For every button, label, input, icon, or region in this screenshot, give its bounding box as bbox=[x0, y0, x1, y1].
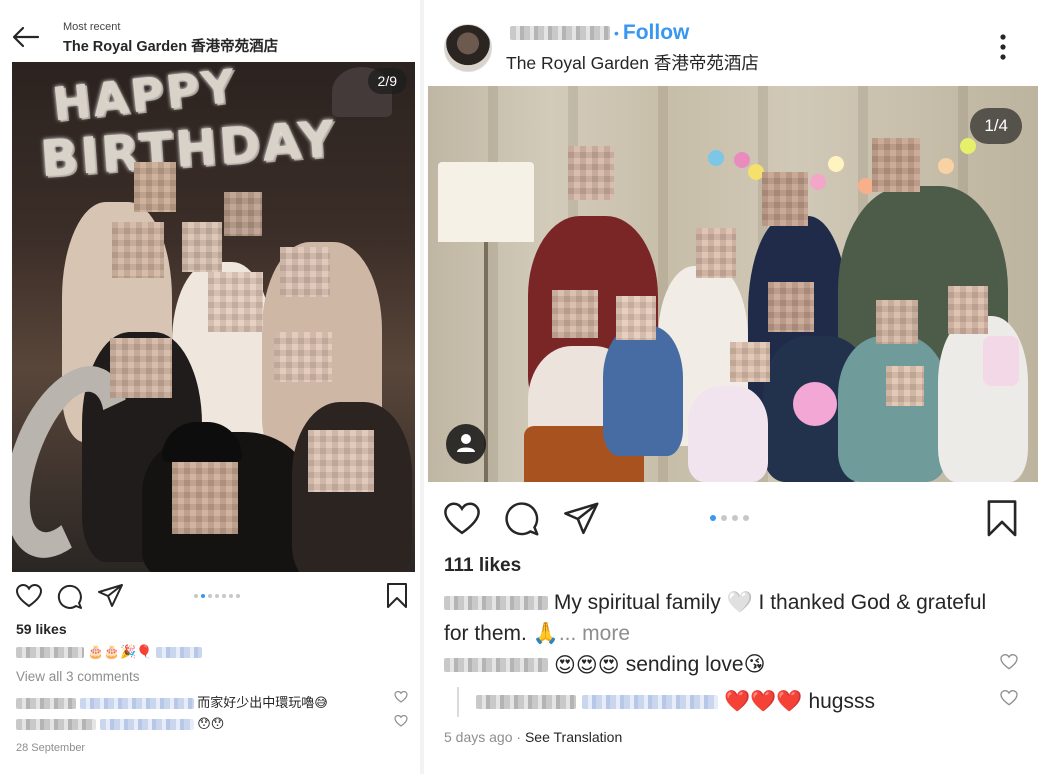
caption-more-link[interactable]: ... more bbox=[559, 622, 630, 645]
bookmark-icon[interactable] bbox=[986, 500, 1018, 538]
blurred-face bbox=[172, 462, 238, 534]
blurred-face bbox=[552, 290, 598, 338]
blurred-face bbox=[308, 430, 374, 492]
redacted-username bbox=[16, 719, 96, 731]
blurred-face bbox=[112, 222, 164, 278]
post-date: 28 September bbox=[16, 742, 86, 754]
redacted-mention bbox=[582, 694, 718, 709]
blurred-face bbox=[182, 222, 222, 272]
like-count[interactable]: 59 likes bbox=[16, 621, 67, 637]
blurred-face bbox=[768, 282, 814, 332]
comment: 而家好少出中環玩嚕😅 bbox=[16, 692, 328, 711]
left-post: Most recent The Royal Garden 香港帝苑酒店 HAPP… bbox=[0, 0, 420, 774]
comment-like-icon[interactable] bbox=[1000, 654, 1018, 670]
tagged-user-icon[interactable] bbox=[446, 424, 486, 464]
caption: 🎂🎂🎉🎈 bbox=[16, 644, 202, 660]
blurred-face bbox=[948, 286, 988, 334]
right-post: • Follow The Royal Garden 香港帝苑酒店 1/4 111… bbox=[424, 0, 1050, 774]
photo-counter: 2/9 bbox=[367, 68, 407, 94]
lantern bbox=[983, 336, 1019, 386]
heart-icon[interactable] bbox=[444, 502, 480, 536]
blurred-face bbox=[616, 296, 656, 340]
redacted-username[interactable] bbox=[476, 694, 576, 709]
redacted-mention bbox=[79, 698, 194, 710]
view-all-comments-link[interactable]: View all 3 comments bbox=[16, 669, 140, 684]
blurred-face bbox=[886, 366, 924, 406]
comment: 😯😯 bbox=[16, 716, 224, 732]
blurred-face bbox=[730, 342, 770, 382]
comment-like-icon[interactable] bbox=[394, 715, 408, 727]
post-time: 5 days ago bbox=[444, 729, 513, 745]
blurred-face bbox=[876, 300, 918, 344]
caption: My spiritual family 🤍 I thanked God & gr… bbox=[444, 587, 1004, 649]
comment: 😍😍😍 sending love😘 bbox=[444, 652, 766, 677]
post-footer: 5 days ago · See Translation bbox=[444, 729, 622, 745]
heart-icon[interactable] bbox=[16, 584, 42, 608]
post-photo[interactable]: HAPPY BIRTHDAY 2/9 bbox=[12, 62, 415, 572]
blurred-face bbox=[762, 172, 808, 226]
blurred-face bbox=[568, 146, 614, 200]
reply-text: hugsss bbox=[808, 689, 875, 713]
comment-text: sending love😘 bbox=[625, 653, 766, 676]
photo-counter: 1/4 bbox=[970, 108, 1022, 144]
comment-icon[interactable] bbox=[504, 501, 540, 537]
carousel-indicator bbox=[194, 594, 240, 598]
reply-emojis: ❤️❤️❤️ bbox=[724, 689, 803, 713]
redacted-username bbox=[16, 698, 76, 710]
carousel-indicator bbox=[710, 515, 749, 521]
separator: • bbox=[614, 25, 619, 41]
blurred-face bbox=[696, 228, 736, 278]
redacted-username bbox=[16, 647, 84, 659]
comment-emojis: 😍😍😍 bbox=[554, 652, 620, 677]
like-count[interactable]: 111 likes bbox=[444, 555, 521, 577]
light-balloon bbox=[793, 382, 837, 426]
blurred-face bbox=[280, 247, 330, 297]
header-subtitle: Most recent bbox=[63, 21, 121, 33]
follow-button[interactable]: Follow bbox=[623, 21, 690, 45]
blurred-face bbox=[110, 338, 172, 398]
share-icon[interactable] bbox=[98, 584, 124, 608]
person bbox=[688, 386, 768, 482]
caption-emojis: 🎂🎂🎉🎈 bbox=[87, 645, 153, 660]
post-header: Most recent The Royal Garden 香港帝苑酒店 bbox=[0, 12, 414, 62]
blurred-face bbox=[224, 192, 262, 236]
action-bar bbox=[12, 582, 415, 612]
redacted-username[interactable] bbox=[444, 596, 548, 611]
location-title[interactable]: The Royal Garden 香港帝苑酒店 bbox=[506, 50, 759, 75]
avatar[interactable] bbox=[444, 24, 492, 72]
comment-text: 而家好少出中環玩嚕😅 bbox=[197, 695, 328, 710]
redacted-username[interactable] bbox=[444, 657, 548, 672]
post-username-row: • Follow bbox=[510, 21, 690, 45]
share-icon[interactable] bbox=[564, 502, 600, 536]
location-title[interactable]: The Royal Garden 香港帝苑酒店 bbox=[63, 35, 278, 56]
blurred-face bbox=[134, 162, 176, 212]
comment-icon[interactable] bbox=[57, 584, 83, 610]
more-icon[interactable] bbox=[1000, 34, 1006, 60]
string-lights bbox=[698, 138, 1018, 194]
see-translation-link[interactable]: See Translation bbox=[525, 729, 622, 745]
reply-thread-line bbox=[457, 687, 459, 717]
back-arrow-icon[interactable] bbox=[12, 26, 40, 48]
redacted-mention bbox=[156, 647, 202, 659]
redacted-mention bbox=[99, 719, 194, 731]
redacted-username[interactable] bbox=[510, 26, 610, 40]
footer-separator: · bbox=[512, 729, 525, 745]
post-photo[interactable]: 1/4 bbox=[428, 86, 1038, 482]
bookmark-icon[interactable] bbox=[386, 583, 408, 609]
blurred-face bbox=[274, 332, 332, 382]
blurred-face bbox=[872, 138, 920, 192]
person bbox=[838, 336, 948, 482]
comment-like-icon[interactable] bbox=[394, 691, 408, 703]
comment-like-icon[interactable] bbox=[1000, 690, 1018, 706]
reply: ❤️❤️❤️ hugsss bbox=[476, 689, 875, 714]
floor-lamp bbox=[438, 162, 534, 242]
blurred-face bbox=[208, 272, 263, 332]
person bbox=[603, 326, 683, 456]
comment-text: 😯😯 bbox=[197, 717, 225, 732]
